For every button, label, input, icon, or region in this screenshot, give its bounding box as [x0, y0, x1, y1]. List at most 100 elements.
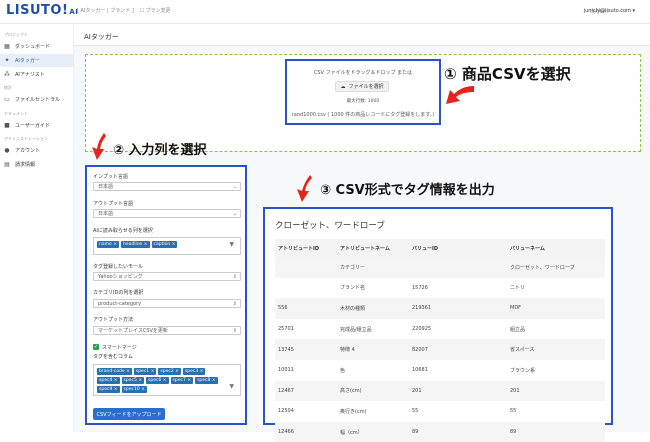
- table-cell: 556: [275, 298, 337, 319]
- column-tag[interactable]: spec3 ×: [182, 368, 206, 375]
- input-language-value: 日本語: [98, 184, 114, 190]
- table-cell: 木材の種類: [337, 298, 409, 319]
- sidebar-section-admin: アドミニストレーション: [4, 136, 48, 141]
- table-cell: ニトリ: [510, 285, 526, 292]
- upload-status: rand1000.csv ( 1000 件の商品レコードにタグ登録をします。): [291, 112, 435, 118]
- table-cell: 色: [340, 367, 346, 374]
- user-icon: ●: [4, 147, 10, 154]
- result-table-body: カテゴリー クローゼット、ワードローブ ブランド名 15726 ニトリ 556 木材の種類 2…: [275, 257, 605, 442]
- ai-columns-label: AIに読み取らせる列を選択: [93, 228, 153, 234]
- sidebar-item-label: AIタッガー: [15, 58, 40, 64]
- mall-label: タグ登録したいモール: [93, 264, 144, 270]
- sidebar-item-ai-tagger[interactable]: ✦ AIタッガー: [0, 54, 74, 67]
- sidebar-item-dashboard[interactable]: ▦ ダッシュボード: [0, 40, 74, 53]
- table-cell: [275, 257, 337, 278]
- sidebar-item-file-central[interactable]: ▭ ファイルセントラル: [0, 93, 74, 106]
- user-menu[interactable]: junichi@lisuto.com ▾: [584, 8, 635, 14]
- column-tag[interactable]: spec1 ×: [133, 368, 157, 375]
- sidebar-item-ai-analyst[interactable]: ⁂ AIアナリスト: [0, 68, 74, 81]
- table-cell: [409, 257, 507, 278]
- tag-columns-multiselect[interactable]: brand-code × spec1 × spec2 × spec3 × spec4 ×…: [93, 364, 241, 396]
- upload-csv-feed-button[interactable]: CSVフィードをアップロード: [93, 408, 165, 420]
- sidebar-item-user-guide[interactable]: ■ ユーザーガイド: [0, 119, 74, 132]
- updown-icon: ⇕: [232, 301, 237, 307]
- callout-step2: ② 入力列を選択: [113, 143, 207, 158]
- table-row: カテゴリー クローゼット、ワードローブ: [275, 257, 605, 278]
- table-cell: 82007: [409, 339, 507, 360]
- table-row: 25701 完成品/組立品 220925 組立品: [275, 319, 605, 340]
- top-bar: LISUTO!AI [ AIタッガー | ブランド ] ☐ プラン変更 Engl…: [0, 0, 650, 24]
- column-tag[interactable]: caption ×: [151, 241, 178, 248]
- smart-merge-label: スマートマージ: [102, 345, 137, 351]
- dropdown-triangle-icon[interactable]: ▼: [229, 241, 234, 248]
- sidebar-item-account[interactable]: ● アカウント: [0, 144, 74, 157]
- table-cell: 13745: [275, 339, 337, 360]
- chevron-down-icon: ⌄: [232, 211, 237, 217]
- sidebar-item-label: ダッシュボード: [15, 44, 51, 50]
- sidebar-item-label: AIアナリスト: [15, 72, 45, 78]
- app-root: LISUTO!AI [ AIタッガー | ブランド ] ☐ プラン変更 Engl…: [0, 0, 650, 442]
- col-attribute-id: アトリビュートID: [275, 239, 337, 257]
- column-tag[interactable]: headline ×: [120, 241, 150, 248]
- table-cell: MDF: [507, 298, 605, 319]
- table-cell: 12504: [278, 408, 294, 415]
- breadcrumb: [ AIタッガー | ブランド ] ☐ プラン変更: [77, 7, 179, 14]
- table-cell: 220925: [412, 326, 432, 333]
- sidebar-item-billing[interactable]: ▤ 請求情報: [0, 158, 74, 171]
- dropdown-triangle-icon[interactable]: ▼: [229, 383, 234, 390]
- column-tag[interactable]: spec9 ×: [97, 386, 120, 393]
- breadcrumb-plan[interactable]: [ AIタッガー | ブランド ]: [77, 8, 134, 14]
- column-tag[interactable]: spec2 ×: [158, 368, 181, 375]
- guide-icon: ■: [4, 122, 10, 129]
- table-row: 13745 特徴 4 82007 省スペース: [275, 339, 605, 360]
- column-tag[interactable]: spec6 ×: [146, 377, 169, 384]
- drop-instructions: CSV ファイルをドラッグ＆ドロップ または: [313, 70, 413, 76]
- step2-arrow-icon: [92, 133, 106, 160]
- table-cell: ブランド名: [340, 285, 366, 292]
- sidebar-item-label: 請求情報: [15, 162, 36, 168]
- result-table: アトリビュートID アトリビュートネーム バリューID バリューネーム カテゴリ…: [275, 239, 605, 442]
- logo[interactable]: LISUTO!AI: [6, 3, 78, 18]
- table-cell: ブラウン系: [510, 367, 536, 374]
- max-rows-note: 最大行数: 1000: [346, 99, 380, 104]
- column-tag[interactable]: spec10 ×: [121, 386, 147, 393]
- col-attribute-name: アトリビュートネーム: [337, 239, 409, 257]
- result-title: クローゼット、ワードローブ: [275, 221, 385, 231]
- tag-result-panel: クローゼット、ワードローブ アトリビュートID アトリビュートネーム バリューI…: [263, 207, 613, 442]
- col-value-name: バリューネーム: [507, 239, 605, 257]
- table-cell: 201: [409, 380, 507, 402]
- input-language-select[interactable]: 日本語 ⌄: [93, 182, 241, 191]
- table-row: 12467 高さ(cm) 201 201: [275, 380, 605, 402]
- sidebar-item-label: アカウント: [15, 148, 41, 154]
- mall-select[interactable]: Yahooショッピング ⇕: [93, 272, 241, 281]
- output-language-select[interactable]: 日本語 ⌄: [93, 209, 241, 218]
- smart-merge-checkbox[interactable]: ✓: [93, 344, 99, 350]
- ai-columns-multiselect[interactable]: name × headline × caption × ▼: [93, 237, 241, 255]
- plan-change-label: プラン変更: [145, 8, 171, 14]
- category-column-select[interactable]: product-category ⇕: [93, 299, 241, 308]
- column-tag[interactable]: spec7 ×: [170, 377, 194, 384]
- table-cell: 201: [507, 380, 605, 402]
- column-tag[interactable]: spec8 ×: [195, 377, 218, 384]
- column-tag[interactable]: name ×: [97, 241, 119, 248]
- output-language-label: アウトプット言語: [93, 201, 134, 207]
- table-row: 556 木材の種類 219361 MDF: [275, 298, 605, 319]
- table-cell: [275, 278, 337, 299]
- table-cell: 15726: [412, 284, 428, 291]
- table-cell: 組立品: [510, 326, 526, 333]
- column-tag[interactable]: spec4 ×: [97, 377, 120, 384]
- table-header-row: アトリビュートID アトリビュートネーム バリューID バリューネーム: [275, 239, 605, 257]
- table-cell: 219361: [409, 298, 507, 319]
- plan-change-link[interactable]: ☐ プラン変更: [139, 8, 174, 14]
- choose-file-button[interactable]: ☁ ファイルを選択: [335, 81, 389, 92]
- grid-icon: ▦: [4, 43, 10, 50]
- table-cell: 高さ(cm): [337, 380, 409, 402]
- choose-file-label: ファイルを選択: [348, 84, 384, 90]
- network-icon: ⁂: [4, 71, 10, 78]
- output-method-select[interactable]: マーケットプレイスCSVを更新 ⇕: [93, 326, 241, 335]
- table-cell: 55: [412, 408, 419, 415]
- step3-arrow-icon: [297, 175, 312, 202]
- table-cell: 55: [510, 408, 517, 415]
- column-tag[interactable]: spec5 ×: [121, 377, 145, 384]
- column-tag[interactable]: brand-code ×: [97, 368, 132, 375]
